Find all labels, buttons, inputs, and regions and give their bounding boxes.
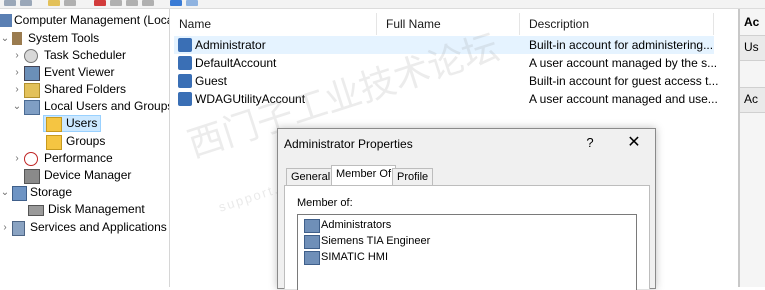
chevron-right-icon[interactable]: › bbox=[12, 150, 22, 167]
disabled-user-icon bbox=[178, 92, 192, 106]
users-groups-icon bbox=[24, 100, 40, 115]
group-name: Administrators bbox=[321, 219, 392, 231]
user-name: Guest bbox=[195, 74, 228, 88]
group-name: SIMATIC HMI bbox=[321, 251, 389, 263]
table-row[interactable]: Guest Built-in account for guest access … bbox=[174, 72, 718, 90]
folder-icon bbox=[46, 135, 62, 150]
shared-folder-icon bbox=[24, 83, 40, 98]
chevron-down-icon[interactable]: ⌄ bbox=[0, 184, 10, 201]
user-description: A user account managed and use... bbox=[529, 92, 718, 106]
actions-header: Ac bbox=[744, 15, 760, 29]
column-header-name[interactable]: Name bbox=[170, 13, 377, 35]
tree-item-label: Groups bbox=[66, 134, 106, 148]
computer-management-icon bbox=[0, 14, 12, 27]
tree-item-label: System Tools bbox=[28, 31, 100, 45]
tree-item-label: Local Users and Groups bbox=[44, 99, 170, 113]
chevron-right-icon[interactable]: › bbox=[0, 219, 10, 236]
toolbar bbox=[0, 0, 765, 9]
user-icon bbox=[178, 38, 192, 52]
tree-item-users[interactable]: Users bbox=[43, 115, 101, 132]
help-icon[interactable] bbox=[170, 0, 182, 6]
tree-item-label: Storage bbox=[30, 185, 73, 199]
tree-item-label: Task Scheduler bbox=[44, 48, 127, 62]
tree-item-label: Event Viewer bbox=[44, 65, 115, 79]
actions-section-users[interactable]: Us bbox=[740, 35, 765, 61]
forward-icon[interactable] bbox=[20, 0, 32, 6]
chevron-down-icon[interactable]: ⌄ bbox=[12, 98, 22, 115]
storage-icon bbox=[12, 186, 27, 201]
table-row[interactable]: DefaultAccount A user account managed by… bbox=[174, 54, 717, 72]
tree-item-label: Services and Applications bbox=[30, 220, 167, 234]
dialog-title: Administrator Properties bbox=[284, 137, 413, 151]
actions-section-label: Us bbox=[744, 40, 759, 54]
user-description: A user account managed by the s... bbox=[529, 56, 718, 70]
folder-icon bbox=[46, 117, 62, 132]
user-description: Built-in account for guest access t... bbox=[529, 74, 719, 88]
group-icon bbox=[304, 251, 320, 265]
table-row[interactable]: Administrator Built-in account for admin… bbox=[174, 36, 714, 54]
event-viewer-icon bbox=[24, 66, 40, 81]
chevron-right-icon[interactable]: › bbox=[12, 81, 22, 98]
tree-item-label: Device Manager bbox=[44, 168, 132, 182]
back-icon[interactable] bbox=[4, 0, 16, 6]
disabled-user-icon bbox=[178, 56, 192, 70]
user-name: DefaultAccount bbox=[195, 56, 277, 70]
chevron-right-icon[interactable]: › bbox=[12, 64, 22, 81]
chevron-down-icon[interactable]: ⌄ bbox=[0, 30, 10, 47]
performance-icon bbox=[24, 152, 38, 166]
chevron-right-icon[interactable]: › bbox=[12, 47, 22, 64]
clock-icon bbox=[24, 49, 38, 63]
export-icon[interactable] bbox=[142, 0, 154, 6]
tree-root-label: Computer Management (Local bbox=[14, 13, 170, 27]
properties-icon[interactable] bbox=[110, 0, 122, 6]
tree-item-label: Users bbox=[66, 116, 98, 130]
table-row[interactable]: WDAGUtilityAccount A user account manage… bbox=[174, 90, 718, 108]
show-hide-icon[interactable] bbox=[186, 0, 198, 6]
properties-dialog: Administrator Properties ? ✕ General Mem… bbox=[277, 128, 656, 290]
tree-item-label: Performance bbox=[44, 151, 113, 165]
disabled-user-icon bbox=[178, 74, 192, 88]
tools-icon bbox=[12, 32, 22, 45]
group-icon bbox=[304, 219, 320, 233]
disk-icon bbox=[28, 205, 44, 216]
actions-pane: Ac Us Ac bbox=[739, 9, 765, 287]
tree-item-label: Shared Folders bbox=[44, 82, 127, 96]
actions-section-administrator[interactable]: Ac bbox=[740, 87, 765, 113]
refresh-icon[interactable] bbox=[126, 0, 138, 6]
folder-icon[interactable] bbox=[48, 0, 60, 6]
member-of-list[interactable]: Administrators Siemens TIA Engineer SIMA… bbox=[297, 214, 637, 290]
navigation-tree: Computer Management (Local ⌄ System Tool… bbox=[0, 9, 170, 287]
tab-profile[interactable]: Profile bbox=[392, 168, 434, 186]
user-description: Built-in account for administering... bbox=[529, 38, 714, 52]
tab-member-of[interactable]: Member Of bbox=[331, 165, 397, 186]
tree-item-label: Disk Management bbox=[48, 202, 145, 216]
delete-icon[interactable] bbox=[94, 0, 106, 6]
user-name: Administrator bbox=[195, 38, 266, 52]
close-button[interactable]: ✕ bbox=[622, 133, 646, 153]
help-button[interactable]: ? bbox=[580, 133, 600, 153]
services-icon bbox=[12, 221, 25, 236]
console-icon[interactable] bbox=[64, 0, 76, 6]
member-of-panel: Member of: Administrators Siemens TIA En… bbox=[284, 185, 650, 290]
device-manager-icon bbox=[24, 169, 40, 184]
actions-section-label: Ac bbox=[744, 92, 759, 106]
tab-general[interactable]: General bbox=[286, 168, 336, 186]
column-header-description[interactable]: Description bbox=[520, 13, 714, 35]
group-icon bbox=[304, 235, 320, 249]
column-header-full-name[interactable]: Full Name bbox=[377, 13, 520, 35]
group-name: Siemens TIA Engineer bbox=[321, 235, 431, 247]
user-name: WDAGUtilityAccount bbox=[195, 92, 306, 106]
member-of-label: Member of: bbox=[297, 197, 353, 209]
